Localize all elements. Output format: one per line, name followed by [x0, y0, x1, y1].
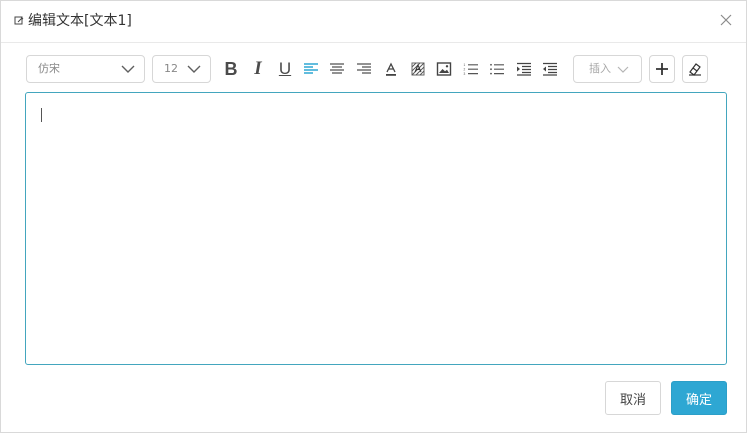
font-family-select[interactable]: 仿宋	[26, 55, 145, 83]
align-center-icon[interactable]	[329, 62, 345, 76]
insert-label: 插入	[589, 62, 611, 75]
align-right-icon[interactable]	[356, 62, 372, 76]
insert-select[interactable]: 插入	[573, 55, 642, 83]
edit-icon	[13, 15, 25, 27]
ordered-list-button[interactable]: 1 2 3	[459, 57, 483, 81]
background-button[interactable]	[406, 57, 430, 81]
italic-button[interactable]: I	[246, 57, 270, 81]
underline-button[interactable]: U	[273, 57, 297, 81]
text-cursor	[41, 108, 42, 122]
align-center-button[interactable]	[325, 57, 349, 81]
chevron-down-icon[interactable]	[187, 64, 201, 74]
edit-text-dialog: 编辑文本[文本1] 仿宋 12 B I U 1 2 3 插入 取消 确定	[0, 0, 747, 433]
font-family-value: 仿宋	[38, 62, 60, 75]
bold-button[interactable]: B	[219, 57, 243, 81]
outdent-icon[interactable]	[542, 62, 558, 76]
eraser-icon[interactable]	[687, 61, 703, 77]
outdent-button[interactable]	[538, 57, 562, 81]
font-size-select[interactable]: 12	[152, 55, 211, 83]
rich-text-toolbar: 仿宋 12 B I U 1 2 3 插入	[26, 55, 726, 85]
align-right-button[interactable]	[352, 57, 376, 81]
insert-image-button[interactable]	[432, 57, 456, 81]
chevron-down-icon[interactable]	[616, 64, 630, 74]
close-button[interactable]	[719, 13, 733, 27]
confirm-button[interactable]: 确定	[671, 381, 727, 415]
font-size-value: 12	[164, 62, 178, 75]
plus-icon[interactable]	[655, 62, 669, 76]
align-left-button[interactable]	[299, 57, 323, 81]
unordered-list-button[interactable]	[485, 57, 509, 81]
ordered-list-icon[interactable]: 1 2 3	[463, 62, 479, 76]
align-left-icon[interactable]	[303, 62, 319, 76]
indent-icon[interactable]	[516, 62, 532, 76]
dialog-header: 编辑文本[文本1]	[1, 1, 746, 43]
font-color-button[interactable]	[379, 57, 403, 81]
unordered-list-icon[interactable]	[489, 62, 505, 76]
text-editor-area[interactable]	[25, 92, 727, 365]
dialog-title-wrap: 编辑文本[文本1]	[13, 12, 132, 30]
clear-format-button[interactable]	[682, 55, 708, 83]
background-pattern-icon[interactable]	[410, 61, 426, 77]
font-color-icon[interactable]	[383, 61, 399, 77]
cancel-button[interactable]: 取消	[605, 381, 661, 415]
indent-button[interactable]	[512, 57, 536, 81]
svg-text:1: 1	[464, 63, 466, 67]
image-icon[interactable]	[436, 61, 452, 77]
close-icon[interactable]	[720, 14, 732, 26]
chevron-down-icon[interactable]	[121, 64, 135, 74]
svg-text:2: 2	[464, 68, 466, 72]
dialog-title: 编辑文本[文本1]	[28, 13, 132, 29]
add-button[interactable]	[649, 55, 675, 83]
svg-text:3: 3	[464, 72, 466, 76]
